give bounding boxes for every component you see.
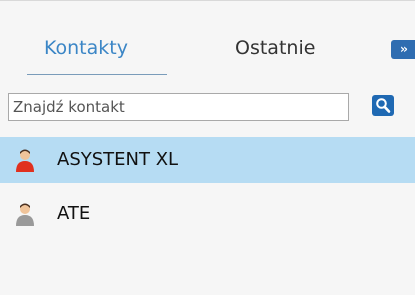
active-tab-underline xyxy=(27,74,167,75)
search-button[interactable] xyxy=(372,95,394,116)
contact-name: ATE xyxy=(57,203,91,224)
user-gray-icon xyxy=(16,203,34,226)
user-red-icon xyxy=(16,149,34,172)
contact-name: ASYSTENT XL xyxy=(57,149,179,170)
double-chevron-right-icon: ›› xyxy=(400,42,408,56)
search-icon xyxy=(376,98,391,113)
tab-recent[interactable]: Ostatnie xyxy=(235,37,315,59)
contact-row-ate[interactable]: ATE xyxy=(0,191,415,237)
contact-row-asystent-xl[interactable]: ASYSTENT XL xyxy=(0,137,415,183)
more-tabs-button[interactable]: ›› xyxy=(391,40,415,59)
contact-search-input[interactable] xyxy=(8,93,349,121)
contacts-panel: Kontakty Ostatnie ›› ASYSTENT XL AT xyxy=(0,0,415,295)
tab-contacts[interactable]: Kontakty xyxy=(44,37,128,59)
